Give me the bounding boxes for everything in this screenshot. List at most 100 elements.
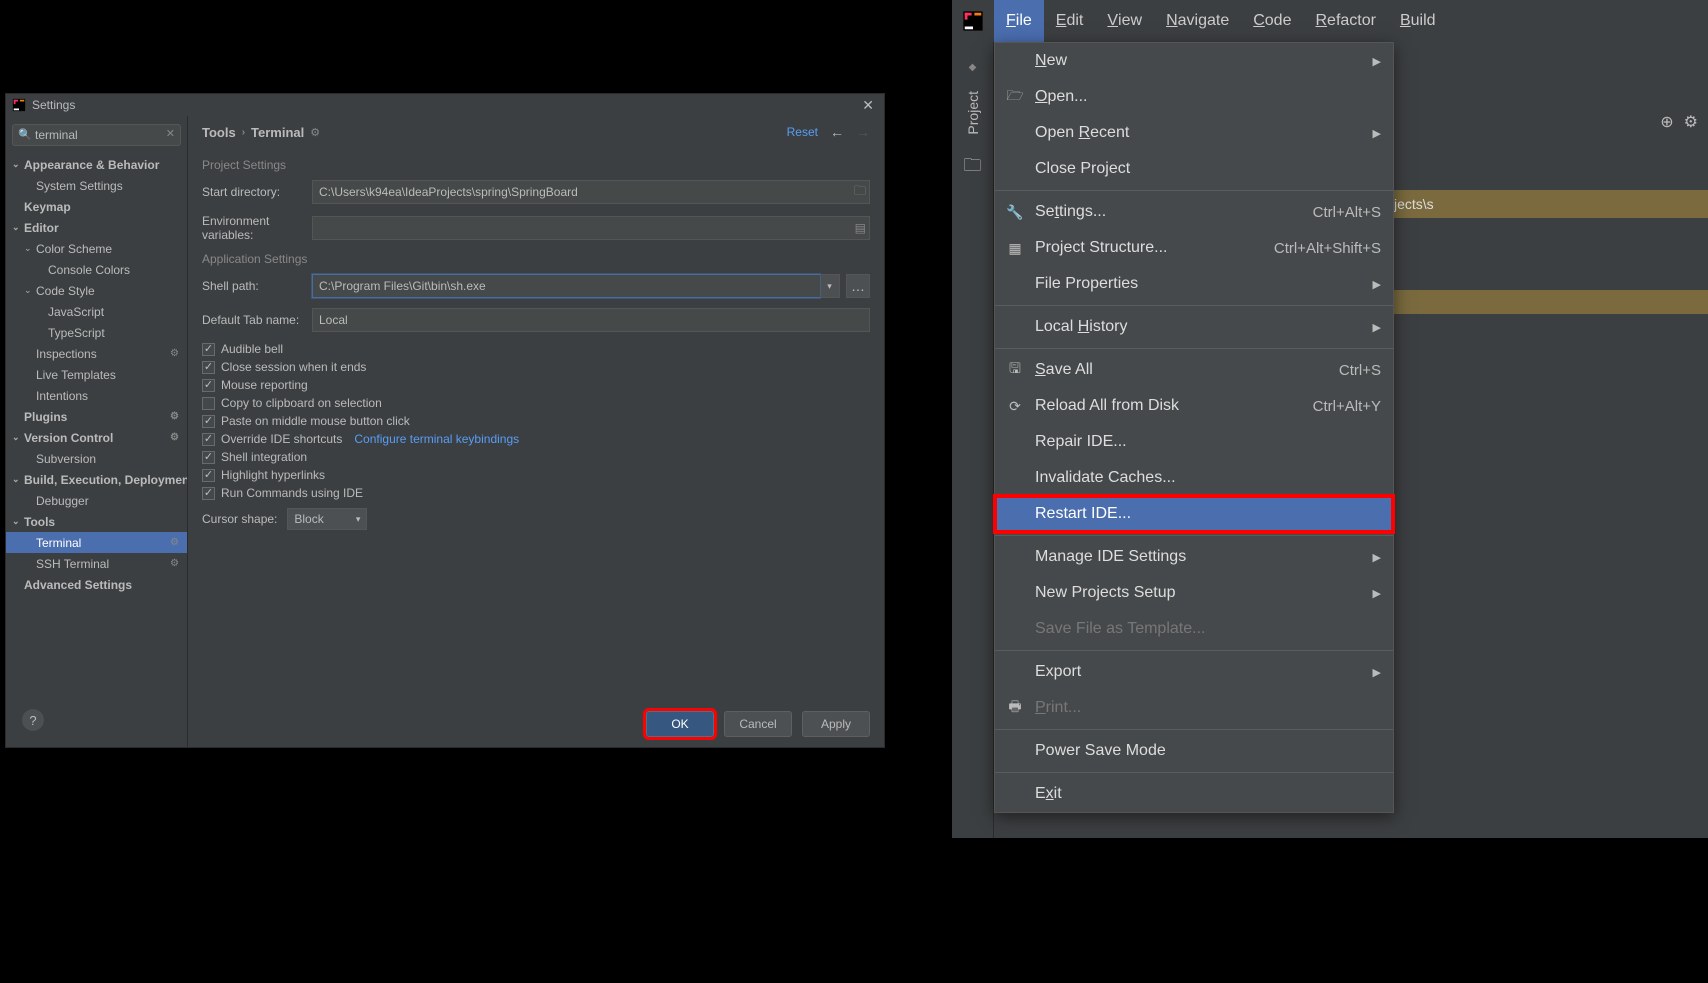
tool-strip: ◆ Project 🗀 bbox=[952, 42, 994, 838]
menu-file-properties[interactable]: File Properties▶ bbox=[995, 266, 1393, 302]
tree-label: Console Colors bbox=[48, 263, 130, 277]
list-icon[interactable]: ▤ bbox=[855, 221, 866, 235]
menu-exit[interactable]: Exit bbox=[995, 776, 1393, 812]
chevron-right-icon: › bbox=[242, 127, 245, 138]
menu-export[interactable]: Export▶ bbox=[995, 654, 1393, 690]
tree-label: Tools bbox=[24, 515, 55, 529]
menu-edit[interactable]: Edit bbox=[1044, 0, 1096, 42]
menu-label: Restart IDE... bbox=[1035, 505, 1131, 523]
dropdown-arrow-icon[interactable]: ▾ bbox=[820, 274, 840, 298]
highlight-hyperlinks-checkbox[interactable] bbox=[202, 469, 215, 482]
help-button[interactable]: ? bbox=[22, 709, 44, 731]
cancel-button[interactable]: Cancel bbox=[724, 711, 792, 737]
configure-keybindings-link[interactable]: Configure terminal keybindings bbox=[354, 432, 519, 446]
menu-file[interactable]: File bbox=[994, 0, 1044, 42]
tree-advanced[interactable]: Advanced Settings bbox=[6, 574, 187, 595]
reset-link[interactable]: Reset bbox=[787, 125, 818, 139]
menu-code[interactable]: Code bbox=[1241, 0, 1303, 42]
gear-icon[interactable]: ⚙ bbox=[1684, 112, 1698, 132]
target-icon[interactable]: ⊕ bbox=[1660, 112, 1673, 132]
intellij-icon bbox=[12, 98, 26, 112]
tree-color-scheme[interactable]: ⌄Color Scheme bbox=[6, 238, 187, 259]
tree-plugins[interactable]: Plugins bbox=[6, 406, 187, 427]
menu-build[interactable]: Build bbox=[1388, 0, 1448, 42]
section-project-settings: Project Settings bbox=[202, 158, 870, 172]
tree-typescript[interactable]: TypeScript bbox=[6, 322, 187, 343]
chevron-right-icon: ▶ bbox=[1373, 127, 1381, 140]
tree-build[interactable]: ⌄Build, Execution, Deployment bbox=[6, 469, 187, 490]
menu-new-projects-setup[interactable]: New Projects Setup▶ bbox=[995, 575, 1393, 611]
run-commands-label: Run Commands using IDE bbox=[221, 486, 363, 500]
menu-reload[interactable]: ⟳Reload All from DiskCtrl+Alt+Y bbox=[995, 388, 1393, 424]
tree-system-settings[interactable]: System Settings bbox=[6, 175, 187, 196]
tree-debugger[interactable]: Debugger bbox=[6, 490, 187, 511]
project-tool-button[interactable]: Project bbox=[965, 91, 981, 135]
env-input[interactable] bbox=[312, 216, 870, 240]
back-icon[interactable]: ← bbox=[830, 124, 844, 140]
tree-label: Debugger bbox=[36, 494, 89, 508]
menu-open[interactable]: 🗁Open... bbox=[995, 79, 1393, 115]
menu-new[interactable]: New▶ bbox=[995, 43, 1393, 79]
chevron-right-icon: ▶ bbox=[1373, 587, 1381, 600]
chevron-right-icon: ▶ bbox=[1373, 666, 1381, 679]
copy-clipboard-checkbox[interactable] bbox=[202, 397, 215, 410]
menu-restart-ide[interactable]: Restart IDE... bbox=[995, 496, 1393, 532]
folder-icon[interactable]: 🗀 bbox=[964, 153, 982, 183]
ok-button[interactable]: OK bbox=[646, 711, 714, 737]
tab-name-input[interactable] bbox=[312, 308, 870, 332]
audible-bell-checkbox[interactable] bbox=[202, 343, 215, 356]
tree-live-templates[interactable]: Live Templates bbox=[6, 364, 187, 385]
tree-subversion[interactable]: Subversion bbox=[6, 448, 187, 469]
apply-button[interactable]: Apply bbox=[802, 711, 870, 737]
menu-close-project[interactable]: Close Project bbox=[995, 151, 1393, 187]
browse-button[interactable]: … bbox=[846, 274, 870, 298]
close-session-checkbox[interactable] bbox=[202, 361, 215, 374]
mouse-reporting-checkbox[interactable] bbox=[202, 379, 215, 392]
menu-save-all[interactable]: 🖫Save AllCtrl+S bbox=[995, 352, 1393, 388]
menu-open-recent[interactable]: Open Recent▶ bbox=[995, 115, 1393, 151]
tree-editor[interactable]: ⌄Editor bbox=[6, 217, 187, 238]
cursor-shape-select[interactable]: Block ▾ bbox=[287, 508, 367, 530]
shell-integration-checkbox[interactable] bbox=[202, 451, 215, 464]
close-session-label: Close session when it ends bbox=[221, 360, 366, 374]
tree-inspections[interactable]: Inspections bbox=[6, 343, 187, 364]
menu-view[interactable]: View bbox=[1095, 0, 1154, 42]
tree-ssh-terminal[interactable]: SSH Terminal bbox=[6, 553, 187, 574]
search-input[interactable] bbox=[12, 124, 181, 146]
menu-separator bbox=[995, 729, 1393, 730]
menu-repair-ide[interactable]: Repair IDE... bbox=[995, 424, 1393, 460]
paste-middle-checkbox[interactable] bbox=[202, 415, 215, 428]
tree-tools[interactable]: ⌄Tools bbox=[6, 511, 187, 532]
menu-invalidate-caches[interactable]: Invalidate Caches... bbox=[995, 460, 1393, 496]
tree-terminal[interactable]: Terminal bbox=[6, 532, 187, 553]
tree-javascript[interactable]: JavaScript bbox=[6, 301, 187, 322]
tree-intentions[interactable]: Intentions bbox=[6, 385, 187, 406]
breadcrumb-part: Terminal bbox=[251, 125, 304, 140]
tree-label: Inspections bbox=[36, 347, 97, 361]
menu-manage-ide-settings[interactable]: Manage IDE Settings▶ bbox=[995, 539, 1393, 575]
tree-keymap[interactable]: Keymap bbox=[6, 196, 187, 217]
gear-icon: ⚙ bbox=[310, 126, 320, 139]
tree-label: Keymap bbox=[24, 200, 71, 214]
menu-project-structure[interactable]: ▦Project Structure...Ctrl+Alt+Shift+S bbox=[995, 230, 1393, 266]
menu-power-save[interactable]: Power Save Mode bbox=[995, 733, 1393, 769]
menu-navigate[interactable]: Navigate bbox=[1154, 0, 1241, 42]
save-icon: 🖫 bbox=[1005, 358, 1025, 382]
folder-open-icon: 🗁 bbox=[1005, 85, 1025, 109]
override-shortcuts-checkbox[interactable] bbox=[202, 433, 215, 446]
folder-icon[interactable]: 🗀 bbox=[854, 182, 866, 203]
tree-appearance[interactable]: ⌄Appearance & Behavior bbox=[6, 154, 187, 175]
paste-middle-label: Paste on middle mouse button click bbox=[221, 414, 410, 428]
close-icon[interactable]: ✕ bbox=[858, 97, 878, 114]
tree-code-style[interactable]: ⌄Code Style bbox=[6, 280, 187, 301]
shell-path-input[interactable] bbox=[312, 274, 820, 298]
tree-console-colors[interactable]: Console Colors bbox=[6, 259, 187, 280]
clear-icon[interactable]: ✕ bbox=[166, 127, 175, 140]
tree-version-control[interactable]: ⌄Version Control bbox=[6, 427, 187, 448]
menu-settings[interactable]: 🔧Settings...Ctrl+Alt+S bbox=[995, 194, 1393, 230]
menu-local-history[interactable]: Local History▶ bbox=[995, 309, 1393, 345]
menu-refactor[interactable]: Refactor bbox=[1303, 0, 1387, 42]
chevron-down-icon: ▾ bbox=[356, 514, 361, 525]
start-dir-input[interactable] bbox=[312, 180, 870, 204]
run-commands-checkbox[interactable] bbox=[202, 487, 215, 500]
